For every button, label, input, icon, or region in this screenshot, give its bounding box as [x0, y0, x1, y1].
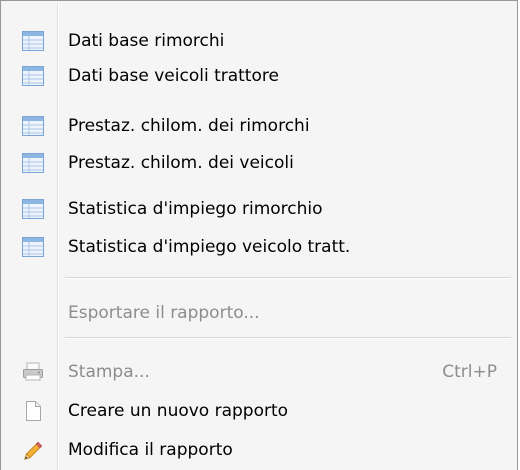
- report-table-icon: [22, 237, 44, 257]
- report-table-icon: [22, 199, 44, 219]
- report-table-icon: [22, 31, 44, 51]
- menu-item-label: Prestaz. chilom. dei rimorchi: [68, 116, 310, 136]
- menu-item-label: Modifica il rapporto: [68, 440, 233, 460]
- menu-item-label: Dati base veicoli trattore: [68, 66, 279, 86]
- menu-item-export-report[interactable]: Esportare il rapporto...: [3, 293, 515, 333]
- menu-item-dati-base-veicoli-trattore[interactable]: Dati base veicoli trattore: [3, 56, 515, 96]
- menu-item-prestaz-chilom-veicoli[interactable]: Prestaz. chilom. dei veicoli: [3, 143, 515, 183]
- report-table-icon: [22, 66, 44, 86]
- menu-separator: [65, 337, 511, 339]
- printer-icon: [23, 362, 43, 381]
- menu-item-edit-report[interactable]: Modifica il rapporto: [3, 430, 515, 470]
- menu-item-prestaz-chilom-rimorchi[interactable]: Prestaz. chilom. dei rimorchi: [3, 106, 515, 146]
- menu-item-statistica-impiego-veicolo[interactable]: Statistica d'impiego veicolo tratt.: [3, 227, 515, 267]
- menu-item-print[interactable]: Stampa... Ctrl+P: [3, 352, 515, 392]
- menu-item-label: Stampa...: [68, 362, 150, 382]
- menu-item-label: Dati base rimorchi: [68, 31, 225, 51]
- menu-item-statistica-impiego-rimorchio[interactable]: Statistica d'impiego rimorchio: [3, 189, 515, 229]
- menu-item-label: Esportare il rapporto...: [68, 303, 260, 323]
- menu-item-label: Creare un nuovo rapporto: [68, 401, 289, 421]
- menu-separator: [65, 277, 511, 279]
- pencil-icon: [24, 441, 43, 460]
- report-table-icon: [22, 116, 44, 136]
- shortcut-hint: Ctrl+P: [442, 362, 497, 382]
- report-table-icon: [22, 153, 44, 173]
- menu-item-label: Statistica d'impiego rimorchio: [68, 199, 323, 219]
- context-menu: Dati base rimorchi Dati base veicoli tra…: [0, 0, 518, 470]
- menu-item-label: Statistica d'impiego veicolo tratt.: [68, 237, 351, 257]
- menu-item-label: Prestaz. chilom. dei veicoli: [68, 153, 294, 173]
- menu-item-new-report[interactable]: Creare un nuovo rapporto: [3, 391, 515, 431]
- new-document-icon: [26, 401, 41, 421]
- menu-item-dati-base-rimorchi[interactable]: Dati base rimorchi: [3, 21, 515, 61]
